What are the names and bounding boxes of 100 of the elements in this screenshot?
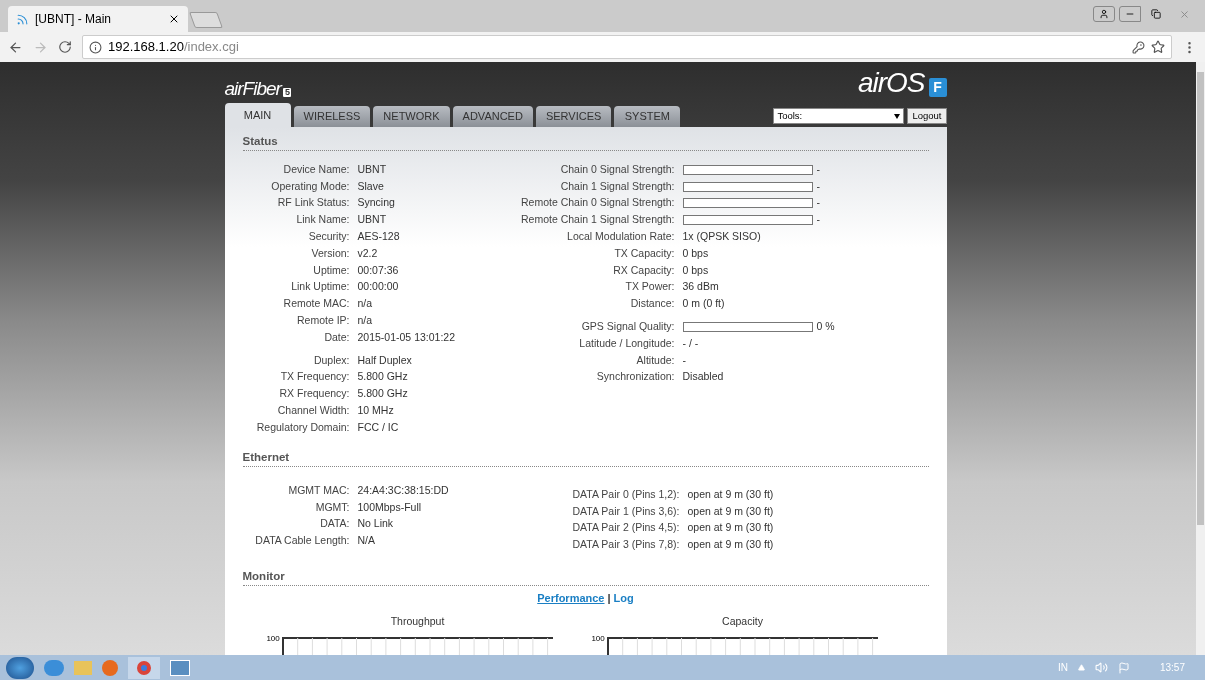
nav-tab[interactable]: SYSTEM [614, 106, 681, 128]
field-label: MGMT MAC: [287, 482, 350, 498]
field-label: RX Capacity: [612, 262, 675, 278]
flag-icon[interactable] [1117, 661, 1130, 674]
field-label: RF Link Status: [276, 195, 350, 211]
field-value: 0 m (0 ft) [682, 296, 725, 312]
field-value: 5.800 GHz [357, 386, 408, 402]
logout-button[interactable]: Logout [907, 108, 947, 125]
reload-icon[interactable] [58, 40, 72, 54]
field-label: Duplex: [312, 352, 350, 368]
field-label: Device Name: [282, 161, 350, 177]
field-label: RX Frequency: [278, 386, 350, 402]
field-label: TX Capacity: [613, 245, 675, 261]
monitor-link[interactable]: Performance [537, 589, 605, 607]
field-label: Regulatory Domain: [255, 419, 350, 435]
nav-tab[interactable]: NETWORK [373, 106, 450, 128]
back-icon[interactable] [8, 39, 23, 55]
field-value: 0 bps [682, 262, 709, 278]
field-label: TX Power: [624, 279, 675, 295]
nav-tab[interactable]: SERVICES [535, 106, 612, 128]
nav-tab[interactable]: MAIN [224, 103, 291, 128]
tray-arrow-icon[interactable] [1077, 664, 1085, 671]
field-value: 00:07:36 [357, 262, 399, 278]
field-value: 1x (QPSK SISO) [682, 229, 761, 244]
field-label: DATA Pair 0 (Pins 1,2): [571, 486, 680, 502]
field-value: N/A [357, 533, 375, 549]
url-path: /index.cgi [183, 39, 239, 55]
field-value: AES-128 [357, 229, 400, 244]
field-value: Slave [357, 178, 384, 194]
address-bar[interactable]: 192.168.1.20/index.cgi [82, 35, 1172, 59]
profile-button[interactable] [1093, 6, 1115, 22]
dropdown-arrow-icon [894, 113, 901, 119]
new-tab-button[interactable] [189, 12, 223, 28]
meter-reading: - [816, 195, 820, 211]
field-label: Distance: [629, 296, 675, 312]
section-title: Monitor [242, 569, 285, 582]
field-label: Channel Width: [276, 403, 350, 418]
field-label: GPS Signal Quality: [580, 319, 675, 334]
field-value: 0 bps [682, 245, 709, 261]
close-icon[interactable] [168, 13, 180, 25]
forward-icon[interactable] [33, 39, 48, 55]
tools-dropdown[interactable]: Tools: [773, 108, 905, 125]
chart-title: Throughput [389, 614, 446, 630]
field-label: Version: [310, 245, 350, 261]
field-label: MGMT: [314, 499, 350, 515]
field-label: Date: [323, 329, 350, 345]
field-value: Syncing [357, 195, 395, 211]
field-label: DATA Pair 2 (Pins 4,5): [571, 520, 680, 536]
brand-logo: airOS F [857, 69, 947, 98]
field-label: Link Name: [295, 212, 350, 228]
field-value: - [682, 352, 686, 368]
field-label: DATA: [319, 516, 350, 532]
field-label: Latitude / Longitude: [578, 335, 675, 351]
star-icon[interactable] [1151, 40, 1165, 54]
field-value: 10 MHz [357, 403, 394, 418]
field-value: UBNT [357, 212, 387, 228]
nav-tab[interactable]: WIRELESS [293, 106, 371, 128]
tab-title: [UBNT] - Main [35, 11, 112, 28]
field-label: Chain 0 Signal Strength: [559, 161, 675, 177]
field-value: n/a [357, 296, 373, 312]
meter-reading: 0 % [816, 319, 835, 334]
field-label: Remote MAC: [282, 296, 350, 312]
field-value: FCC / IC [357, 419, 399, 435]
field-label: Remote Chain 0 Signal Strength: [520, 195, 675, 211]
field-value: Disabled [682, 369, 724, 385]
browser-tab[interactable]: [UBNT] - Main [8, 6, 188, 32]
person-icon [1099, 9, 1109, 19]
field-label: Uptime: [312, 262, 350, 278]
field-label: Operating Mode: [270, 178, 350, 194]
section-title: Status [242, 135, 278, 148]
axis-label: 100 [265, 635, 280, 645]
field-value: Half Duplex [357, 352, 412, 368]
field-value: open at 9 m (30 ft) [687, 486, 774, 502]
field-value: 5.800 GHz [357, 369, 408, 385]
field-label: Local Modulation Rate: [566, 229, 675, 244]
meter-reading: - [816, 178, 820, 194]
axis-label: 100 [590, 635, 605, 645]
field-label: DATA Cable Length: [254, 533, 350, 549]
field-value: 24:A4:3C:38:15:DD [357, 482, 449, 498]
field-value: 100Mbps-Full [357, 499, 422, 515]
language-indicator: IN [1057, 661, 1068, 675]
field-label: DATA Pair 1 (Pins 3,6): [571, 503, 680, 519]
field-label: Security: [307, 229, 350, 244]
scrollbar[interactable] [1196, 62, 1205, 655]
field-value: 36 dBm [682, 279, 719, 295]
meter-reading: - [816, 212, 820, 228]
chart-title: Capacity [721, 614, 764, 630]
field-value: open at 9 m (30 ft) [687, 537, 774, 553]
close-icon [1178, 8, 1190, 20]
nav-tab[interactable]: ADVANCED [452, 106, 533, 128]
start-button[interactable] [6, 656, 34, 679]
field-value: - / - [682, 335, 699, 351]
monitor-link[interactable]: Log [613, 589, 634, 607]
field-label: Remote IP: [295, 313, 350, 328]
volume-icon[interactable] [1094, 661, 1108, 674]
field-value: UBNT [357, 161, 387, 177]
meter-reading: - [816, 161, 820, 177]
field-value: open at 9 m (30 ft) [687, 503, 774, 519]
key-icon[interactable] [1132, 40, 1145, 54]
restore-icon [1151, 9, 1161, 19]
